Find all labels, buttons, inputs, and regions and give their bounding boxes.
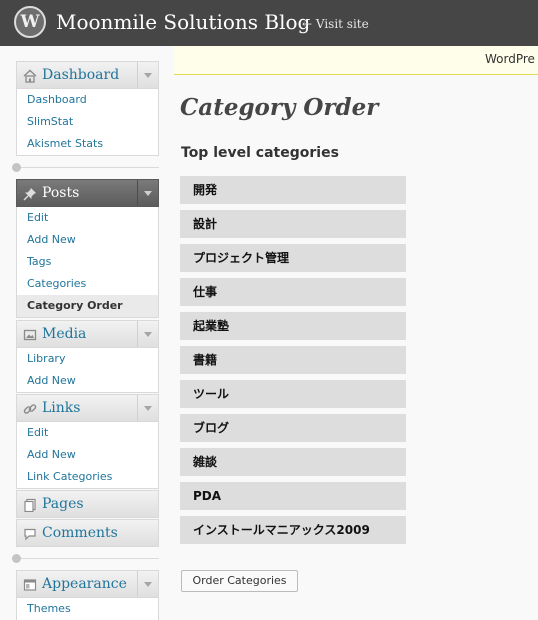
submenu-links: Edit Add New Link Categories: [16, 422, 159, 489]
submenu-posts-add-new[interactable]: Add New: [17, 229, 158, 251]
menu-comments[interactable]: Comments: [16, 519, 159, 547]
admin-header: Moonmile Solutions Blog ← Visit site: [0, 0, 538, 46]
pages-icon: [24, 498, 36, 512]
page-title: Category Order: [180, 94, 379, 121]
menu-links[interactable]: Links: [16, 394, 159, 422]
submenu-appearance-themes[interactable]: Themes: [17, 598, 158, 620]
category-item[interactable]: プロジェクト管理: [180, 244, 406, 272]
menu-separator: [12, 554, 159, 563]
menu-dashboard-label: Dashboard: [42, 67, 120, 83]
submenu-links-link-categories[interactable]: Link Categories: [17, 466, 158, 488]
menu-appearance-toggle-icon[interactable]: [137, 571, 158, 597]
submenu-posts-category-order[interactable]: Category Order: [17, 295, 158, 317]
submenu-media-add-new[interactable]: Add New: [17, 370, 158, 392]
category-item[interactable]: インストールマニアックス2009: [180, 516, 406, 544]
submenu-media: Library Add New: [16, 348, 159, 393]
submenu-appearance: Themes: [16, 598, 159, 620]
menu-dashboard[interactable]: Dashboard: [16, 61, 159, 89]
collapse-arrow-icon[interactable]: [12, 163, 21, 172]
house-icon: [23, 69, 37, 83]
menu-separator: [12, 163, 159, 172]
category-item[interactable]: 書籍: [180, 346, 406, 374]
submenu-media-library[interactable]: Library: [17, 348, 158, 370]
submenu-posts-tags[interactable]: Tags: [17, 251, 158, 273]
menu-appearance-label: Appearance: [42, 576, 127, 592]
visit-site-link[interactable]: ← Visit site: [302, 17, 369, 31]
order-categories-button[interactable]: Order Categories: [181, 570, 298, 592]
pushpin-icon: [23, 188, 36, 201]
submenu-dashboard: Dashboard SlimStat Akismet Stats: [16, 89, 159, 156]
menu-appearance[interactable]: Appearance: [16, 570, 159, 598]
category-item[interactable]: 仕事: [180, 278, 406, 306]
appearance-icon: [23, 579, 37, 591]
menu-posts[interactable]: Posts: [16, 179, 159, 207]
submenu-links-edit[interactable]: Edit: [17, 422, 158, 444]
menu-media-toggle-icon[interactable]: [137, 321, 158, 347]
menu-links-toggle-icon[interactable]: [137, 395, 158, 421]
submenu-links-add-new[interactable]: Add New: [17, 444, 158, 466]
submenu-slimstat[interactable]: SlimStat: [17, 111, 158, 133]
section-title: Top level categories: [181, 145, 339, 161]
menu-links-label: Links: [42, 400, 81, 416]
chain-link-icon: [23, 404, 37, 414]
submenu-posts: Edit Add New Tags Categories Category Or…: [16, 207, 159, 318]
menu-comments-label: Comments: [42, 525, 118, 541]
menu-pages[interactable]: Pages: [16, 490, 159, 518]
submenu-akismet-stats[interactable]: Akismet Stats: [17, 133, 158, 155]
category-item[interactable]: ブログ: [180, 414, 406, 442]
menu-pages-label: Pages: [42, 496, 84, 512]
category-item[interactable]: ツール: [180, 380, 406, 408]
media-icon: [23, 329, 37, 341]
update-notice-text[interactable]: WordPre: [485, 52, 535, 66]
category-item[interactable]: 設計: [180, 210, 406, 238]
site-title[interactable]: Moonmile Solutions Blog: [56, 8, 310, 36]
speech-bubble-icon: [24, 528, 36, 541]
menu-posts-label: Posts: [42, 185, 80, 201]
category-item[interactable]: 開発: [180, 176, 406, 204]
submenu-dashboard-home[interactable]: Dashboard: [17, 89, 158, 111]
submenu-posts-edit[interactable]: Edit: [17, 207, 158, 229]
wordpress-logo-icon: [14, 6, 46, 38]
submenu-posts-categories[interactable]: Categories: [17, 273, 158, 295]
menu-media-label: Media: [42, 326, 87, 342]
category-item[interactable]: 雑談: [180, 448, 406, 476]
collapse-arrow-icon[interactable]: [12, 554, 21, 563]
category-list: 開発 設計 プロジェクト管理 仕事 起業塾 書籍 ツール ブログ 雑談 PDA …: [180, 176, 406, 550]
update-notice: WordPre: [174, 46, 538, 75]
category-item[interactable]: PDA: [180, 482, 406, 510]
category-item[interactable]: 起業塾: [180, 312, 406, 340]
menu-media[interactable]: Media: [16, 320, 159, 348]
menu-posts-toggle-icon[interactable]: [137, 180, 158, 206]
menu-dashboard-toggle-icon[interactable]: [137, 62, 158, 88]
